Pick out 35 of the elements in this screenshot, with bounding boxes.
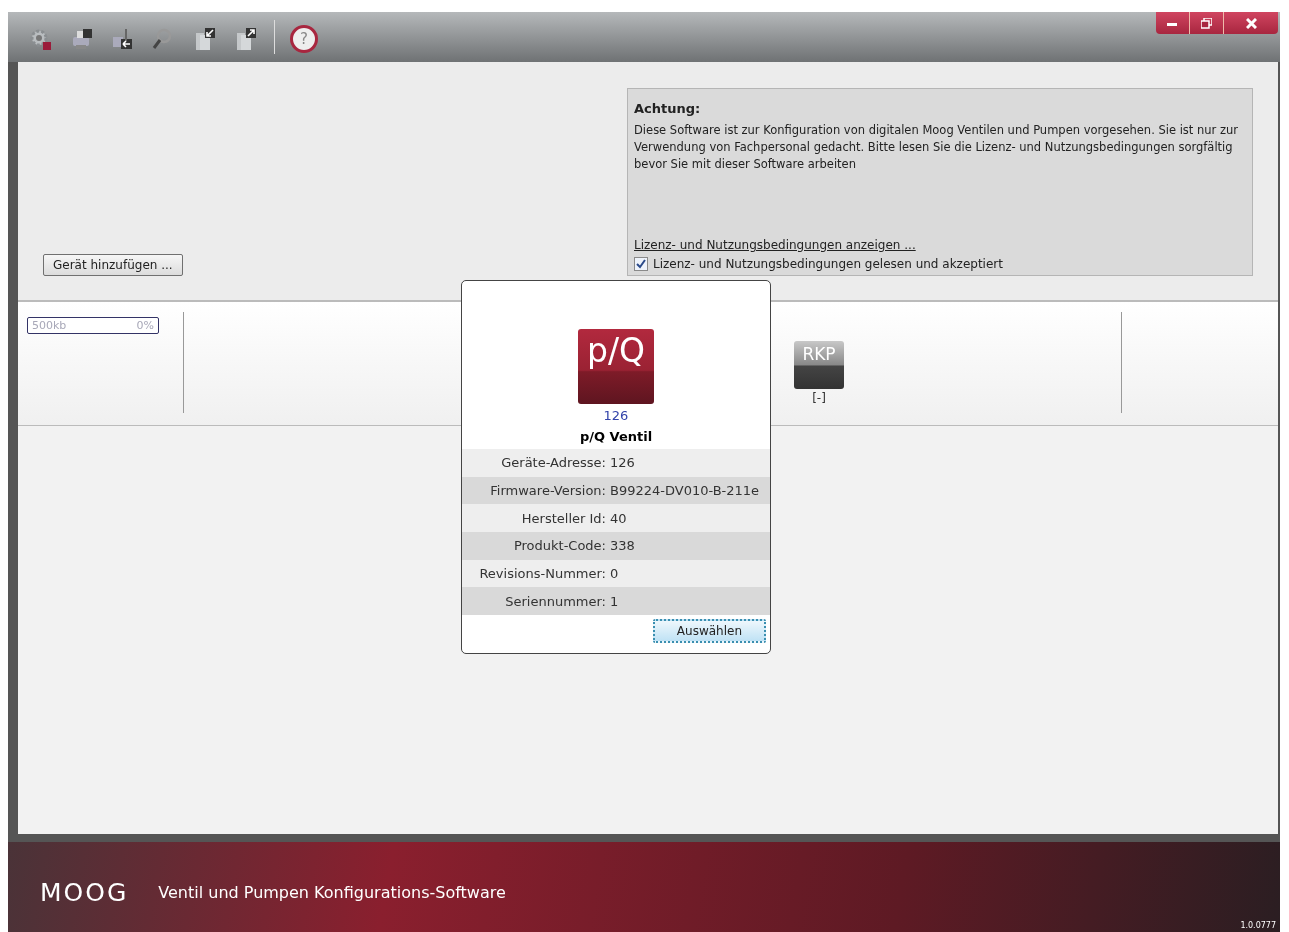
close-icon	[1245, 17, 1257, 29]
notice-title: Achtung:	[634, 101, 702, 116]
notice-text: Diese Software ist zur Konfiguration von digitalen Moog Ventilen und Pumpen vorgesehen. Sie ist nur zur Verwendung von Fachpersonal gedacht. Bitte lesen Sie die Lizenz- und Nutzungsbedingungen sorgfältig bevor Sie mit dieser Software arbeiten	[634, 122, 1240, 173]
property-label: Hersteller Id:	[520, 510, 606, 526]
device-name: p/Q Ventil	[579, 429, 653, 444]
select-button[interactable]: Auswählen	[652, 619, 766, 644]
license-link[interactable]: Lizenz- und Nutzungsbedingungen anzeigen ...	[634, 238, 916, 252]
device-address: [-]	[812, 391, 826, 405]
property-value: 338	[610, 538, 635, 554]
property-value: 40	[610, 510, 627, 526]
property-value: B99224-DV010-B-211e	[610, 483, 760, 499]
accept-checkbox[interactable]	[634, 257, 648, 271]
property-value: 126	[610, 455, 635, 471]
device-address: 126	[603, 408, 629, 423]
load-label: 0%	[136, 319, 154, 332]
accept-label: Lizenz- und Nutzungsbedingungen gelesen und akzeptiert	[653, 257, 1003, 271]
brand-logo: MOOG	[40, 878, 129, 907]
app-title: Ventil und Pumpen Konfigurations-Software	[158, 883, 506, 902]
property-value: 0	[610, 566, 619, 582]
device-icon: p/Q	[578, 329, 654, 404]
minimize-button[interactable]	[1156, 12, 1190, 34]
import-icon[interactable]	[110, 27, 134, 51]
property-label: Revisions-Nummer:	[478, 566, 606, 582]
property-label: Produkt-Code:	[512, 538, 606, 554]
add-device-button[interactable]: Gerät hinzufügen ...	[43, 254, 183, 276]
baudrate-label: 500kb	[32, 319, 67, 332]
property-label: Geräte-Adresse:	[500, 455, 606, 471]
version-label: 1.0.0777	[1240, 921, 1276, 930]
property-label: Firmware-Version:	[489, 483, 606, 499]
close-button[interactable]	[1224, 12, 1278, 34]
property-label: Seriennummer:	[504, 593, 606, 609]
gear-icon[interactable]	[28, 27, 52, 51]
restore-icon	[1201, 17, 1212, 29]
property-value: 1	[610, 593, 619, 609]
restore-button[interactable]	[1190, 12, 1224, 34]
